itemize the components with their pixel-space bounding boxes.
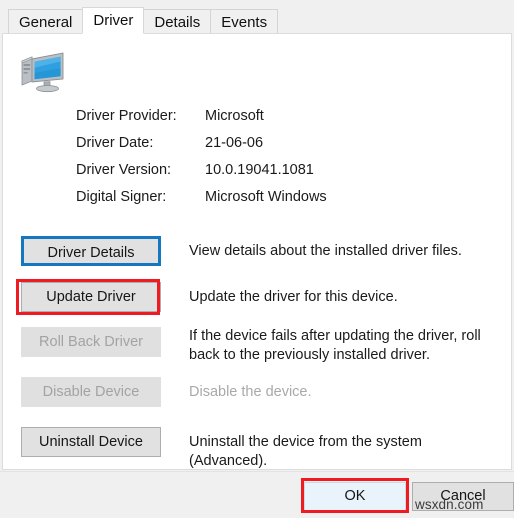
tab-list: General Driver Details Events — [8, 7, 279, 34]
roll-back-driver-description: If the device fails after updating the d… — [189, 328, 481, 363]
digital-signer-value: Microsoft Windows — [205, 189, 327, 205]
uninstall-device-button[interactable]: Uninstall Device — [21, 427, 161, 457]
update-driver-description: Update the driver for this device. — [189, 289, 398, 305]
driver-date-value: 21-06-06 — [205, 135, 264, 151]
tab-general[interactable]: General — [8, 9, 84, 34]
ok-button[interactable]: OK — [304, 482, 406, 511]
tab-details[interactable]: Details — [143, 9, 212, 34]
driver-details-description: View details about the installed driver … — [189, 243, 462, 259]
driver-version-value: 10.0.19041.1081 — [205, 162, 314, 178]
driver-details-button[interactable]: Driver Details — [21, 236, 161, 266]
info-row-driver-provider: Driver Provider: Microsoft — [76, 107, 476, 134]
info-row-driver-date: Driver Date: 21-06-06 — [76, 134, 476, 161]
digital-signer-label: Digital Signer: — [76, 189, 167, 205]
tab-driver[interactable]: Driver — [82, 7, 145, 34]
info-row-digital-signer: Digital Signer: Microsoft Windows — [76, 188, 476, 215]
driver-info-table: Driver Provider: Microsoft Driver Date: … — [76, 107, 476, 215]
driver-tab-panel: Driver Provider: Microsoft Driver Date: … — [2, 33, 512, 470]
action-row-disable-device: Disable Device Disable the device. — [3, 377, 511, 411]
action-row-roll-back-driver: Roll Back Driver If the device fails aft… — [3, 327, 511, 363]
device-properties-dialog: General Driver Details Events Driver Pro… — [0, 0, 514, 518]
disable-device-description: Disable the device. — [189, 384, 312, 400]
update-driver-button[interactable]: Update Driver — [21, 282, 161, 312]
tab-strip: General Driver Details Events — [0, 0, 514, 34]
action-row-update-driver: Update Driver Update the driver for this… — [3, 282, 511, 316]
action-row-driver-details: Driver Details View details about the in… — [3, 236, 511, 270]
tab-events[interactable]: Events — [210, 9, 279, 34]
computer-device-icon — [19, 51, 67, 95]
driver-date-label: Driver Date: — [76, 135, 154, 151]
uninstall-device-description: Uninstall the device from the system (Ad… — [189, 434, 422, 469]
action-row-uninstall-device: Uninstall Device Uninstall the device fr… — [3, 427, 511, 469]
driver-version-label: Driver Version: — [76, 162, 172, 178]
roll-back-driver-button[interactable]: Roll Back Driver — [21, 327, 161, 357]
info-row-driver-version: Driver Version: 10.0.19041.1081 — [76, 161, 476, 188]
driver-provider-label: Driver Provider: — [76, 108, 177, 124]
driver-provider-value: Microsoft — [205, 108, 264, 124]
disable-device-button[interactable]: Disable Device — [21, 377, 161, 407]
site-watermark: wsxdn.com — [415, 497, 484, 512]
